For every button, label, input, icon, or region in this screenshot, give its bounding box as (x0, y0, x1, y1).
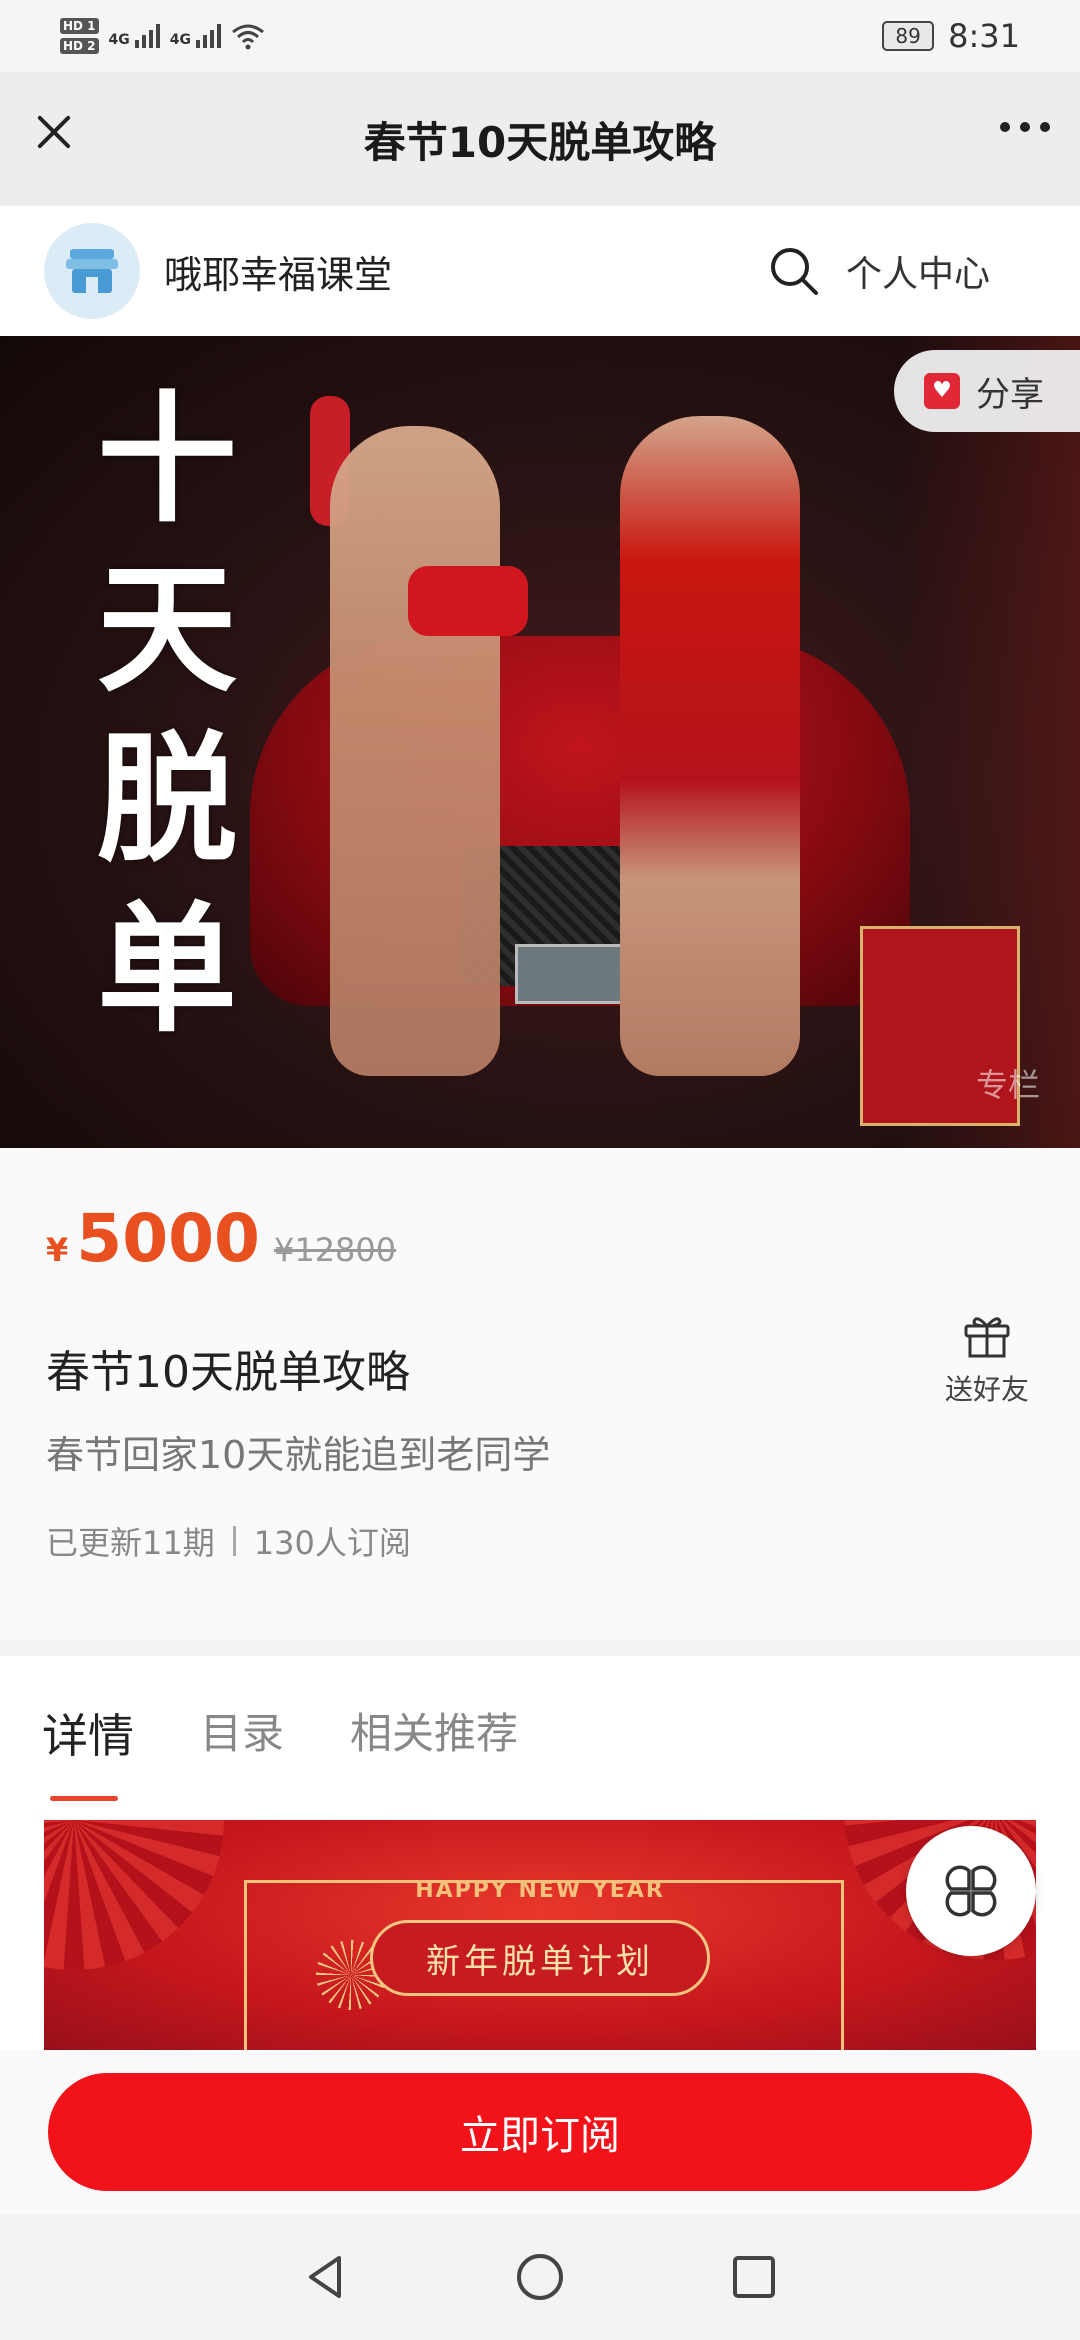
hero-title-char: 单 (96, 889, 237, 1052)
more-icon[interactable] (1000, 122, 1050, 132)
back-icon[interactable] (299, 2250, 353, 2304)
shop-header: 哦耶幸福课堂 个人中心 (0, 206, 1080, 336)
subscribe-button[interactable]: 立即订阅 (48, 2073, 1032, 2191)
meta-divider (232, 1526, 236, 1556)
shop-name[interactable]: 哦耶幸福课堂 (164, 244, 392, 299)
status-bar: HD 1 HD 2 4G 4G 89 8:31 (0, 0, 1080, 72)
banner-english-text: HAPPY NEW YEAR (415, 1878, 665, 1903)
current-price: 5000 (76, 1200, 260, 1277)
recents-icon[interactable] (727, 2250, 781, 2304)
network-type-1: 4G (108, 32, 130, 48)
title-bar: 春节10天脱单攻略 (0, 72, 1080, 206)
clock: 8:31 (948, 17, 1020, 55)
hd-badges: HD 1 HD 2 (60, 18, 99, 54)
hd1-badge: HD 1 (60, 18, 99, 34)
hero-title-char: 十 (96, 379, 237, 542)
hero-title-char: 天 (96, 549, 237, 712)
page-title: 春节10天脱单攻略 (363, 117, 717, 167)
tab-details[interactable]: 详情 (42, 1700, 134, 1801)
signal-2-icon: 4G (170, 24, 221, 48)
close-icon[interactable] (30, 108, 78, 156)
column-tag: 专栏 (975, 1066, 1040, 1104)
gift-to-friend-button[interactable]: 送好友 (932, 1312, 1042, 1408)
hero-title: 十 天 脱 单 (92, 376, 242, 1056)
wifi-icon (232, 24, 264, 50)
status-indicators: HD 1 HD 2 4G 4G (60, 18, 265, 54)
share-icon (924, 373, 960, 409)
meta-row: 已更新11期 130人订阅 (46, 1518, 411, 1564)
floating-menu-button[interactable] (906, 1826, 1036, 1956)
figure-right (620, 416, 800, 1076)
subscribe-bar: 立即订阅 (0, 2050, 1080, 2214)
promo-banner: HAPPY NEW YEAR 新年脱单计划 (44, 1820, 1036, 2050)
hero-image: 十 天 脱 单 分享 专栏 (0, 336, 1080, 1148)
banner-slogan: 新年脱单计划 (370, 1920, 710, 1996)
hero-title-char: 脱 (96, 719, 237, 882)
figure-left (330, 426, 500, 1076)
home-icon[interactable] (513, 2250, 567, 2304)
system-nav-bar (0, 2214, 1080, 2340)
search-icon[interactable] (766, 243, 822, 299)
product-title: 春节10天脱单攻略 (46, 1347, 410, 1398)
price-row: ¥ 5000 ¥12800 (46, 1200, 396, 1277)
hd2-badge: HD 2 (60, 38, 99, 54)
grid-menu-icon (945, 1865, 997, 1917)
original-price: ¥12800 (273, 1231, 397, 1269)
personal-center-link[interactable]: 个人中心 (846, 245, 990, 297)
tab-recommendations[interactable]: 相关推荐 (350, 1700, 518, 1761)
figure-left-top (408, 566, 528, 636)
gift-label: 送好友 (944, 1373, 1029, 1406)
network-type-2: 4G (169, 32, 191, 48)
tab-catalog[interactable]: 目录 (200, 1700, 284, 1761)
product-subtitle: 春节回家10天就能追到老同学 (46, 1433, 551, 1477)
share-label: 分享 (976, 374, 1044, 415)
battery-icon: 89 (882, 21, 935, 51)
signal-1-icon: 4G (109, 24, 160, 48)
content-tabs: 详情 目录 相关推荐 (0, 1656, 1080, 1820)
shop-avatar[interactable] (44, 223, 140, 319)
gift-icon (964, 1317, 1010, 1358)
product-info: ¥ 5000 ¥12800 春节10天脱单攻略 送好友 春节回家10天就能追到老… (0, 1148, 1080, 1640)
currency-symbol: ¥ (46, 1231, 69, 1269)
store-icon (66, 249, 118, 293)
share-button[interactable]: 分享 (894, 350, 1080, 432)
page: HD 1 HD 2 4G 4G 89 8:31 春节10天脱单攻略 哦耶幸福课堂… (0, 0, 1080, 2340)
update-count: 已更新11期 (46, 1524, 215, 1562)
subscriber-count: 130人订阅 (253, 1524, 411, 1562)
status-right: 89 8:31 (882, 17, 1020, 55)
